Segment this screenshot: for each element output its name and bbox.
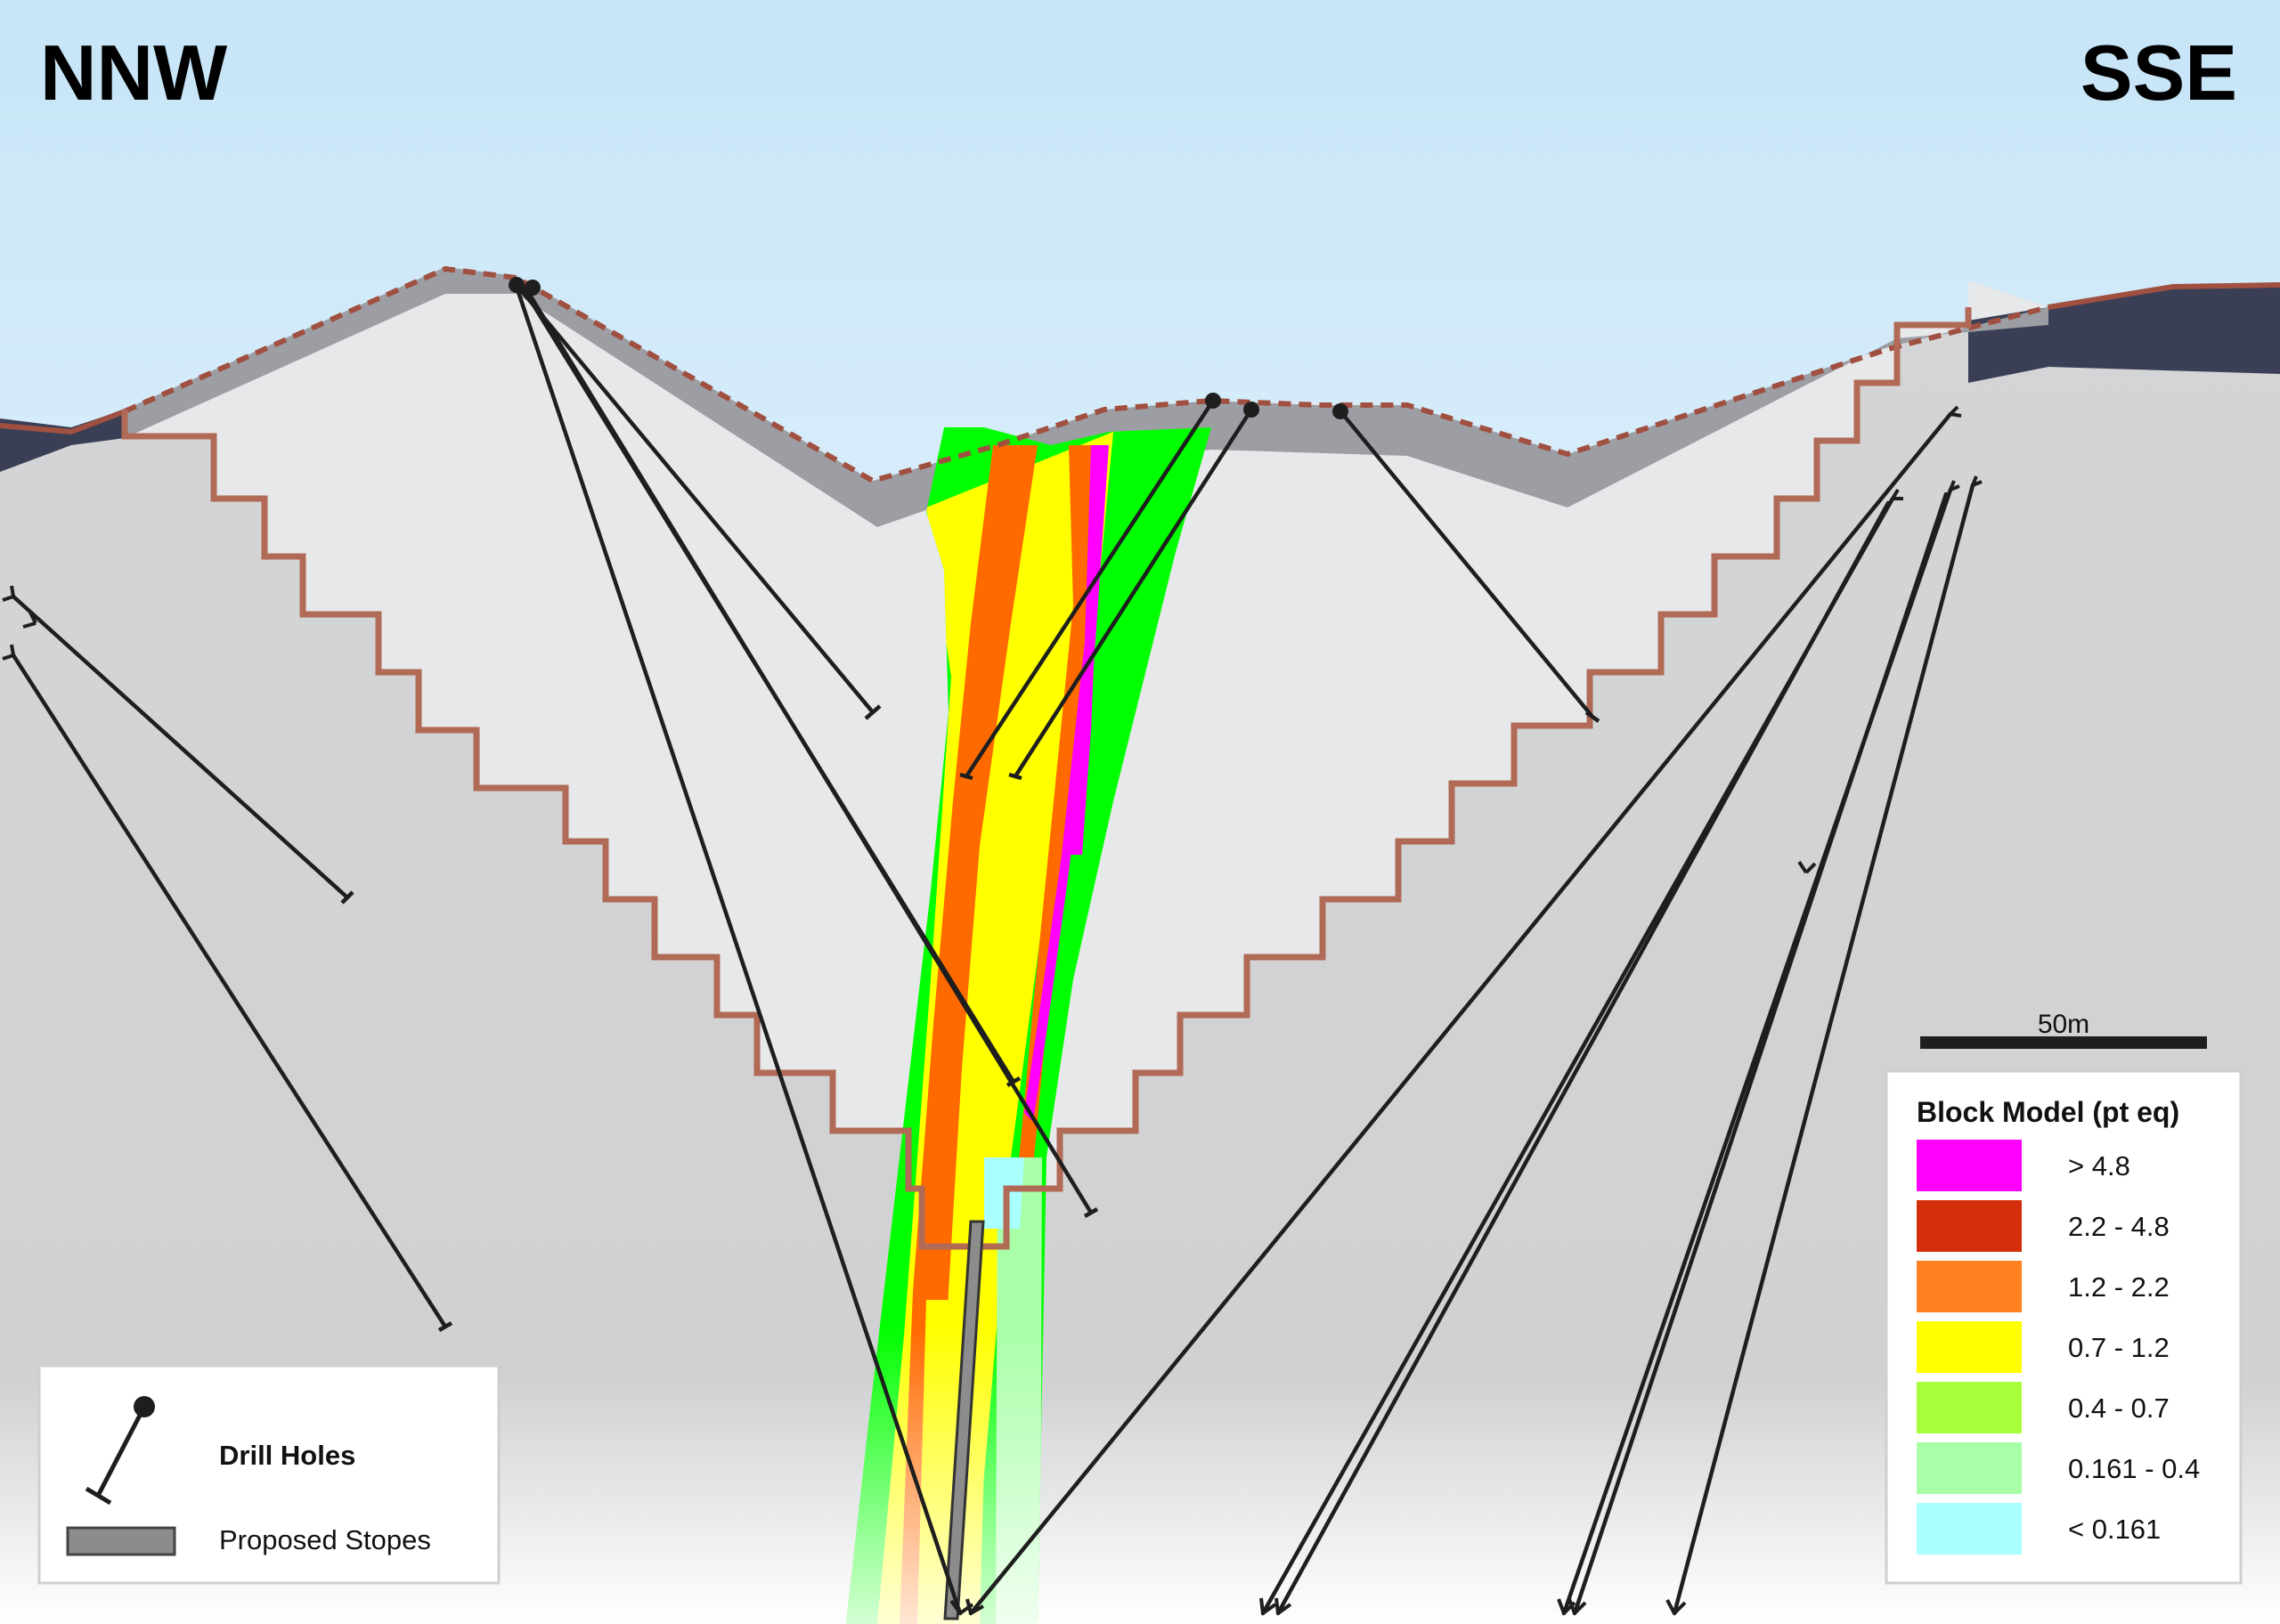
legend-label: < 0.161: [2068, 1514, 2161, 1545]
legend-label: 2.2 - 4.8: [2068, 1211, 2170, 1242]
legend-label: > 4.8: [2068, 1150, 2130, 1181]
direction-label-left: NNW: [40, 28, 227, 117]
legend-swatch: [1917, 1140, 2022, 1191]
legend-swatch: [1917, 1261, 2022, 1312]
legend-swatch: [1917, 1382, 2022, 1433]
legend-swatch: [1917, 1200, 2022, 1252]
legend-label-drill-holes: Drill Holes: [219, 1440, 355, 1471]
legend-swatch: [1917, 1321, 2022, 1373]
block-model-legend-title: Block Model (pt eq): [1917, 1096, 2179, 1128]
legend-label: 0.7 - 1.2: [2068, 1332, 2170, 1363]
legend-label: 0.4 - 0.7: [2068, 1393, 2170, 1424]
legend-label: 0.161 - 0.4: [2068, 1453, 2200, 1484]
legend-label: 1.2 - 2.2: [2068, 1271, 2170, 1303]
scale-bar-label: 50m: [2038, 1010, 2089, 1039]
stope-icon: [66, 1526, 176, 1556]
legend-swatch: [1917, 1503, 2022, 1555]
cross-section-diagram: NNW SSE 50m Drill Holes Proposed Stopes …: [0, 0, 2280, 1624]
direction-label-right: SSE: [2080, 28, 2237, 117]
block-model-legend: Block Model (pt eq) > 4.8 2.2 - 4.8 1.2 - …: [1885, 1069, 2243, 1585]
symbol-legend: Drill Holes Proposed Stopes: [37, 1364, 501, 1585]
legend-label-proposed-stopes: Proposed Stopes: [219, 1524, 431, 1555]
legend-swatch: [1917, 1442, 2022, 1494]
